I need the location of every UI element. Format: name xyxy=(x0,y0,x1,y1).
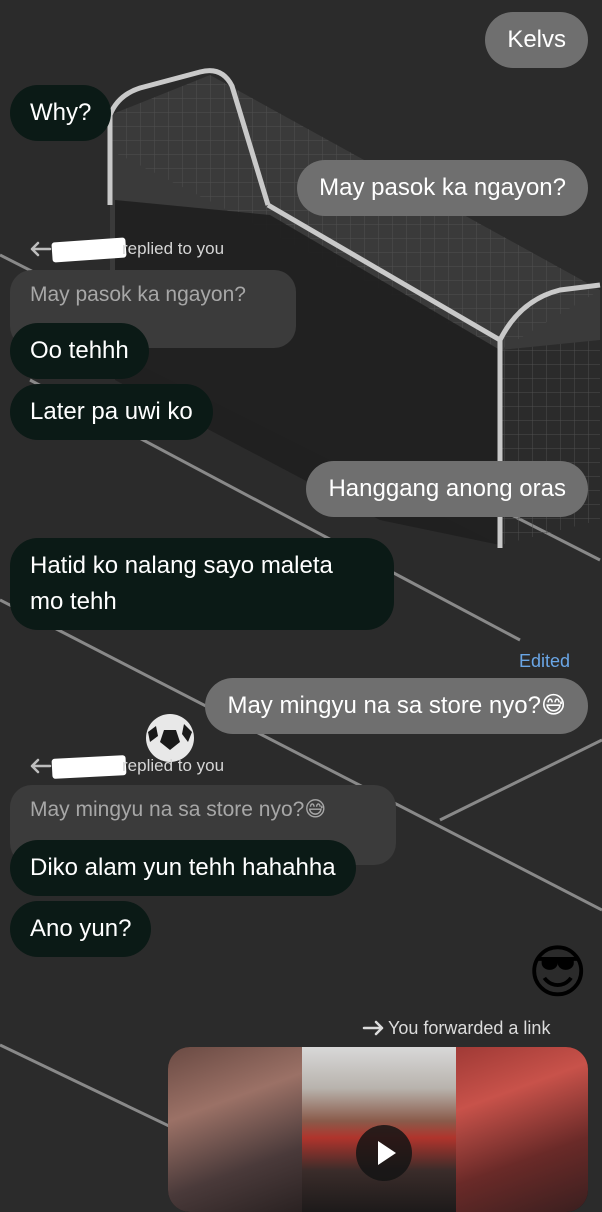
edited-label: Edited xyxy=(518,651,570,671)
message-text: Hanggang anong oras xyxy=(328,475,566,502)
message-received[interactable]: Later pa uwi ko xyxy=(10,384,213,440)
message-sent[interactable]: Hanggang anong oras xyxy=(306,461,588,517)
message-sent[interactable]: Kelvs xyxy=(485,12,588,68)
message-text: Later pa uwi ko xyxy=(30,398,193,425)
play-button[interactable] xyxy=(356,1125,412,1181)
play-icon xyxy=(378,1141,396,1165)
video-thumbnail-right xyxy=(456,1047,588,1212)
soccer-ball-icon xyxy=(146,714,194,762)
message-text: May pasok ka ngayon? xyxy=(319,174,566,201)
forward-arrow-icon xyxy=(362,1020,384,1036)
message-text: Diko alam yun tehh hahahha xyxy=(30,854,336,881)
message-received[interactable]: Diko alam yun tehh hahahha xyxy=(10,840,356,896)
video-thumbnail-left xyxy=(168,1047,302,1212)
message-received[interactable]: Hatid ko nalang sayo maleta mo tehh xyxy=(10,538,394,630)
message-received[interactable]: Oo tehhh xyxy=(10,323,149,379)
message-text: Kelvs xyxy=(507,26,566,53)
sweat-smile-emoji: 😅 xyxy=(304,798,327,821)
reply-arrow-icon xyxy=(30,241,52,257)
message-text-line: Hatid ko nalang sayo maleta xyxy=(30,552,333,579)
reply-arrow-icon xyxy=(30,758,52,774)
message-text: Oo tehhh xyxy=(30,337,129,364)
message-received[interactable]: Why? xyxy=(10,85,112,141)
reply-label: replied to you xyxy=(122,239,225,258)
quoted-text: May mingyu na sa store nyo? xyxy=(30,798,305,821)
message-sent[interactable]: May mingyu na sa store nyo?😅 xyxy=(205,678,588,734)
reply-label: replied to you xyxy=(122,756,225,775)
message-text-line: mo tehh xyxy=(30,588,117,615)
sunglasses-emoji-message[interactable]: 😎 xyxy=(528,940,588,1006)
message-received[interactable]: Ano yun? xyxy=(10,901,152,957)
message-text: Ano yun? xyxy=(30,915,132,942)
quoted-text: May pasok ka ngayon? xyxy=(30,283,246,306)
message-text: May mingyu na sa store nyo? xyxy=(227,692,541,719)
forwarded-label: You forwarded a link xyxy=(388,1018,551,1038)
message-sent[interactable]: May pasok ka ngayon? xyxy=(297,160,588,216)
message-text: Why? xyxy=(30,99,92,126)
sweat-smile-emoji: 😅 xyxy=(540,692,566,719)
redacted-sender-name xyxy=(51,755,127,779)
